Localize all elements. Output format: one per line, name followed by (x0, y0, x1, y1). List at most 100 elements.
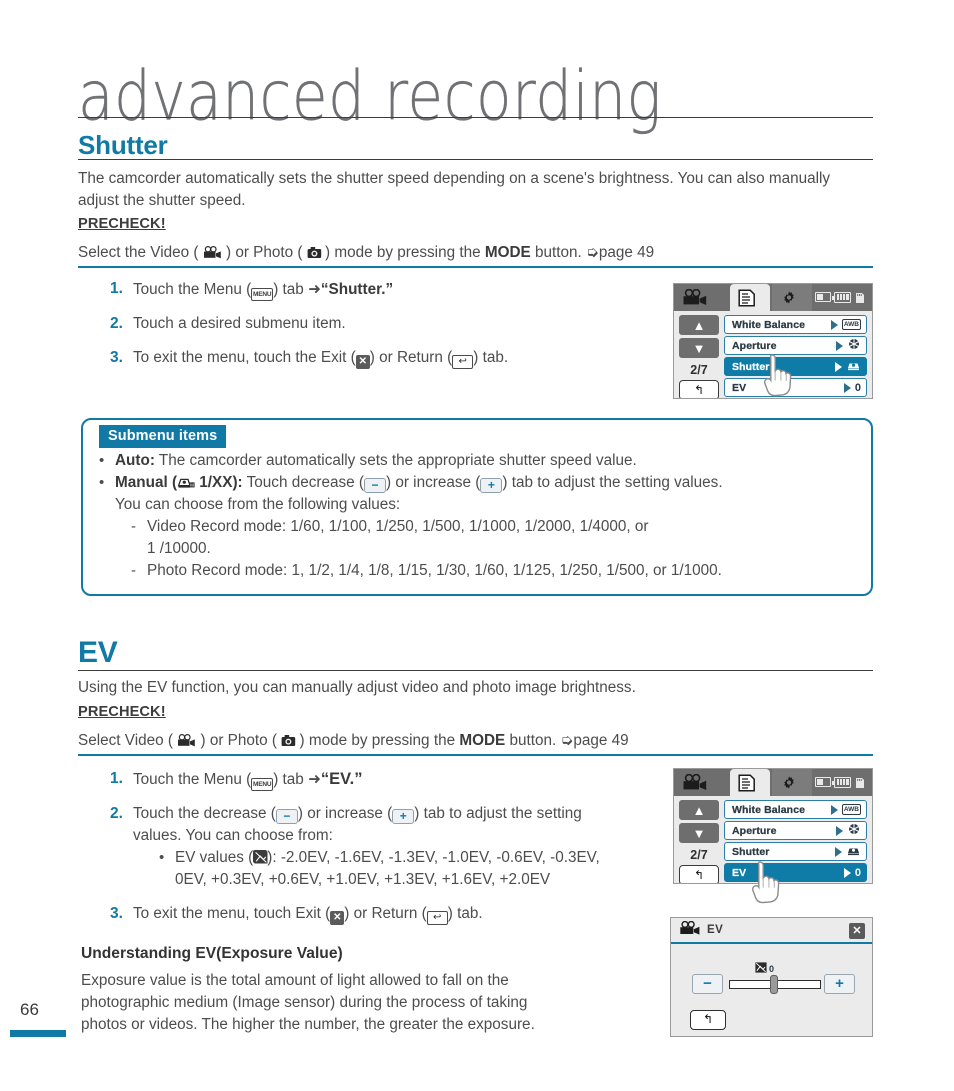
ev-step3-mid: ) or Return ( (344, 905, 427, 922)
manual-shutter-icon: M (177, 474, 195, 488)
callout-item-manual: • Manual ( M 1/XX): Touch decrease (−) o… (99, 472, 859, 516)
section-heading-shutter: Shutter (78, 130, 168, 160)
manual-text-d: You can choose from the following values… (115, 496, 401, 513)
understanding-ev-heading: Understanding EV(Exposure Value) (81, 945, 343, 962)
row-value: 0 (843, 382, 861, 394)
auto-text: The camcorder automatically sets the app… (154, 452, 637, 469)
camcorder-icon (679, 920, 701, 940)
menu-row-white-balance[interactable]: White Balance AWB (724, 800, 867, 819)
menu-icon: MENU (251, 288, 274, 301)
ev-step3-post: ) tab. (447, 905, 483, 922)
gear-icon (781, 775, 797, 796)
ev-step-3: 3. To exit the menu, touch Exit (✕) or R… (110, 903, 655, 925)
close-icon: ✕ (330, 911, 345, 925)
ev-slider-thumb[interactable] (770, 975, 778, 994)
row-label: White Balance (732, 803, 806, 816)
ev-precheck-label: PRECHECK! (78, 704, 166, 720)
step-text: Touch a desired submenu item. (133, 315, 346, 332)
subline-video-cont: 1 /10000. (131, 538, 859, 560)
precheck-pre: Select the Video ( (78, 244, 199, 261)
row-value (835, 358, 861, 376)
page-ref-arrow-icon: ➭ (586, 243, 599, 261)
menu-row-white-balance[interactable]: White Balance AWB (724, 315, 867, 334)
ev-current-value: 0 (769, 964, 775, 974)
step-number: 1. (110, 770, 123, 787)
ev-step2-pre: Touch the decrease ( (133, 805, 276, 822)
understanding-ev-body: Exposure value is the total amount of li… (81, 970, 641, 1036)
lcd-nav-column: ▲ ▼ 2/7 ↰ (679, 315, 721, 398)
menu-row-shutter[interactable]: Shutter (724, 842, 867, 861)
ev-step-1: 1. Touch the Menu (MENU) tab ➜“EV.” (110, 768, 655, 791)
subline-text: Photo Record mode: 1, 1/2, 1/4, 1/8, 1/1… (147, 562, 722, 579)
ev-step2-post: ) tab to adjust the setting (414, 805, 582, 822)
ev-step1-quoted: “EV.” (320, 770, 363, 788)
decrease-icon: − (363, 478, 386, 493)
chevron-right-icon (836, 825, 843, 836)
row-label: EV (732, 381, 747, 394)
precheck-post: ) mode by pressing the (325, 244, 485, 261)
ev-precheck-mid: ) or Photo ( (200, 732, 277, 749)
manual-text-a: Touch decrease ( (242, 474, 364, 491)
menu-row-aperture[interactable]: Aperture (724, 336, 867, 355)
bullet-icon: • (99, 452, 105, 469)
increase-icon: + (480, 478, 503, 493)
menu-row-shutter[interactable]: Shutter (724, 357, 867, 376)
chapter-divider (78, 117, 873, 118)
increase-button[interactable]: + (824, 974, 855, 994)
manual-label-val: 1/XX): (195, 474, 243, 491)
ev-step1-pre: Touch the Menu ( (133, 771, 252, 788)
ev-step2-mid: ) or increase ( (297, 805, 393, 822)
ev-step3-pre: To exit the menu, touch Exit ( (133, 905, 331, 922)
nav-up-button[interactable]: ▲ (679, 800, 719, 820)
step-number: 2. (110, 315, 123, 332)
page-count: 2/7 (690, 848, 708, 862)
menu-row-ev[interactable]: EV 0 (724, 863, 867, 882)
ev-exposure-icon (253, 850, 268, 864)
row-value (836, 822, 861, 840)
step3-pre: To exit the menu, touch the Exit ( (133, 349, 356, 366)
row-label: White Balance (732, 318, 806, 331)
dash-marker: - (131, 562, 136, 579)
step-number: 3. (110, 905, 123, 922)
page-count: 2/7 (690, 363, 708, 377)
lcd-status-icons (815, 291, 866, 303)
menu-row-ev[interactable]: EV 0 (724, 378, 867, 397)
chevron-right-icon (836, 340, 843, 351)
ev-intro: Using the EV function, you can manually … (78, 679, 636, 696)
step-number: 2. (110, 805, 123, 822)
camcorder-icon (203, 244, 222, 259)
row-value (836, 337, 861, 355)
lcd-nav-column: ▲ ▼ 2/7 ↰ (679, 800, 721, 883)
callout-tag: Submenu items (99, 425, 227, 448)
battery-full-icon (834, 776, 851, 788)
return-icon: ↩ (426, 911, 448, 925)
chevron-right-icon (835, 361, 842, 372)
photo-camera-icon (281, 732, 296, 746)
close-icon[interactable]: ✕ (849, 923, 865, 939)
auto-label: Auto: (115, 452, 155, 469)
menu-row-aperture[interactable]: Aperture (724, 821, 867, 840)
nav-down-button[interactable]: ▼ (679, 823, 719, 843)
return-button[interactable]: ↰ (679, 865, 719, 883)
step-3: 3. To exit the menu, touch the Exit (✕) … (110, 347, 630, 369)
decrease-icon: − (275, 809, 298, 824)
menu-list-icon (738, 289, 755, 312)
row-label: EV (732, 866, 747, 879)
memory-card-icon (854, 291, 866, 303)
return-button[interactable]: ↰ (679, 380, 719, 398)
step-text: Touch the decrease (−) or increase (+) t… (133, 803, 600, 891)
chevron-right-icon (835, 846, 842, 857)
nav-down-button[interactable]: ▼ (679, 338, 719, 358)
lcd-screen-shutter-menu: ▲ ▼ 2/7 ↰ White Balance AWB Aperture Shu… (673, 283, 873, 399)
arrow-right-icon: ➜ (308, 770, 321, 788)
ev-steps: 1. Touch the Menu (MENU) tab ➜“EV.” 2. T… (110, 768, 655, 937)
page-ref-arrow-icon: ➭ (560, 731, 574, 749)
row-label: Aperture (732, 824, 777, 837)
shutter-icon (846, 358, 861, 376)
aperture-icon (847, 822, 861, 840)
awb-icon: AWB (841, 319, 861, 330)
return-button[interactable]: ↰ (690, 1010, 726, 1030)
decrease-button[interactable]: − (692, 974, 723, 994)
nav-up-button[interactable]: ▲ (679, 315, 719, 335)
shutter-precheck-text: Select the Video ( ) or Photo ( ) mode b… (78, 241, 868, 264)
